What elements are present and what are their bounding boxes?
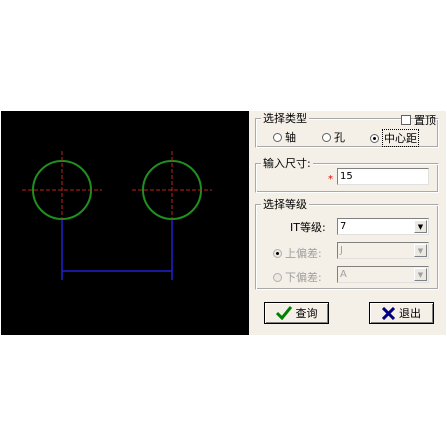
- drawing-canvas[interactable]: [1, 111, 249, 335]
- radio-shaft[interactable]: 轴: [273, 129, 296, 145]
- chevron-down-icon[interactable]: ▼: [414, 244, 427, 257]
- radio-center-distance[interactable]: 中心距: [370, 129, 419, 147]
- upper-deviation-select[interactable]: J ▼: [337, 242, 429, 259]
- size-input[interactable]: 15: [337, 168, 429, 185]
- radio-center-distance-dot[interactable]: [370, 133, 379, 143]
- radio-shaft-dot[interactable]: [273, 132, 282, 142]
- query-button-label: 查询: [295, 307, 318, 320]
- size-group-title: 输入尺寸:: [261, 157, 313, 170]
- radio-hole-dot[interactable]: [322, 132, 331, 142]
- app-window: 选择类型 置顶 轴 孔 中心距 输入尺寸: * 15 选择等级 IT等级: 7 …: [1, 111, 446, 335]
- lower-deviation-value: A: [340, 269, 347, 280]
- chevron-down-icon[interactable]: ▼: [414, 268, 427, 281]
- canvas-background: [1, 111, 249, 335]
- close-icon: [382, 306, 395, 320]
- it-grade-select[interactable]: 7 ▼: [337, 218, 429, 235]
- pin-label: 置顶: [414, 114, 436, 127]
- it-grade-value: 7: [340, 221, 347, 232]
- radio-center-distance-label: 中心距: [382, 129, 419, 147]
- radio-hole-label: 孔: [334, 131, 345, 144]
- query-button[interactable]: 查询: [264, 302, 329, 324]
- radio-upper-deviation[interactable]: 上偏差:: [273, 245, 322, 261]
- type-group-title: 选择类型: [261, 112, 309, 125]
- exit-button-label: 退出: [399, 307, 421, 320]
- check-icon: [275, 306, 292, 320]
- lower-deviation-label: 下偏差:: [285, 271, 322, 284]
- lower-deviation-select[interactable]: A ▼: [337, 266, 429, 283]
- pin-checkbox-box[interactable]: [401, 115, 411, 125]
- upper-deviation-label: 上偏差:: [285, 247, 322, 260]
- radio-upper-deviation-dot[interactable]: [273, 248, 282, 258]
- exit-button[interactable]: 退出: [369, 302, 434, 324]
- grade-group-title: 选择等级: [261, 198, 309, 211]
- it-grade-label: IT等级:: [290, 221, 326, 234]
- radio-hole[interactable]: 孔: [322, 129, 345, 145]
- radio-lower-deviation-dot[interactable]: [273, 272, 282, 282]
- required-mark: *: [328, 174, 333, 185]
- chevron-down-icon[interactable]: ▼: [414, 220, 427, 233]
- pin-checkbox[interactable]: 置顶: [401, 112, 436, 128]
- radio-shaft-label: 轴: [285, 131, 296, 144]
- control-panel: 选择类型 置顶 轴 孔 中心距 输入尺寸: * 15 选择等级 IT等级: 7 …: [249, 111, 446, 335]
- radio-lower-deviation[interactable]: 下偏差:: [273, 269, 322, 285]
- upper-deviation-value: J: [340, 245, 343, 256]
